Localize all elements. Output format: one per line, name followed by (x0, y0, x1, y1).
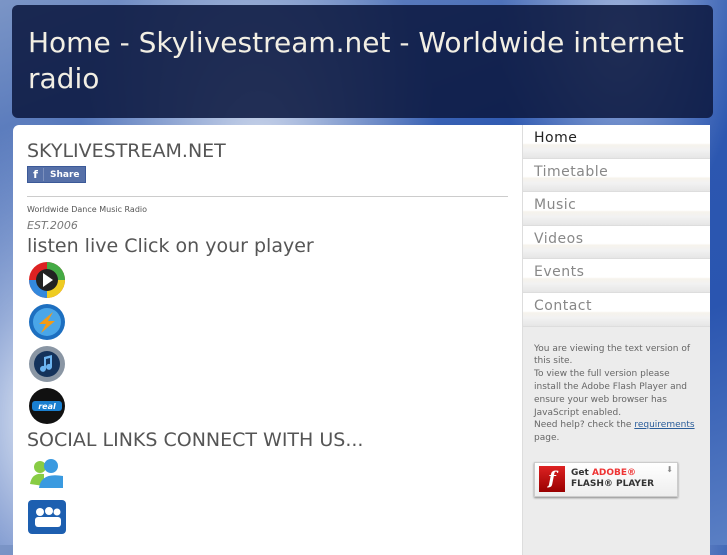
help-suffix: page. (534, 433, 560, 444)
winamp-icon[interactable] (27, 302, 67, 342)
flash-adobe: ADOBE® (591, 468, 637, 479)
nav-home[interactable]: Home (523, 125, 710, 159)
notice-line1: You are viewing the text version of this… (534, 343, 691, 367)
nav-contact[interactable]: Contact (523, 292, 710, 327)
requirements-link[interactable]: requirements (634, 420, 694, 430)
notice-line2: To view the full version please install … (534, 369, 688, 418)
realplayer-icon[interactable]: real (27, 386, 67, 426)
flash-get: Get (571, 468, 589, 479)
nav-videos[interactable]: Videos (523, 225, 710, 260)
flash-player: FLASH® PLAYER (571, 479, 655, 490)
page-title: Home - Skylivestream.net - Worldwide int… (28, 26, 684, 95)
tagline: Worldwide Dance Music Radio (27, 205, 148, 214)
myspace-icon[interactable] (27, 496, 67, 536)
notice-help: Need help? check the requirements page. (534, 419, 699, 445)
download-arrow-icon: ⬇ (666, 464, 673, 474)
social-heading: SOCIAL LINKS CONNECT WITH US... (27, 429, 364, 451)
svg-text:real: real (38, 402, 56, 411)
divider (27, 196, 508, 197)
msn-messenger-icon[interactable] (27, 454, 67, 494)
flash-notice: You are viewing the text version of this… (523, 327, 710, 445)
listen-heading: listen live Click on your player (27, 235, 314, 257)
nav-events[interactable]: Events (523, 259, 710, 293)
itunes-icon[interactable] (27, 344, 67, 384)
nav-timetable[interactable]: Timetable (523, 158, 710, 193)
share-label: Share (50, 169, 80, 180)
site-title: SKYLIVESTREAM.NET (27, 140, 226, 162)
get-flash-player-button[interactable]: f Get ADOBE® FLASH® PLAYER ⬇ (534, 461, 678, 497)
established: EST.2006 (27, 219, 78, 232)
main-content: SKYLIVESTREAM.NET f Share Worldwide Danc… (13, 125, 522, 555)
help-prefix: Need help? check the (534, 420, 635, 431)
facebook-share-button[interactable]: f Share (27, 166, 86, 183)
nav-music[interactable]: Music (523, 192, 710, 226)
facebook-icon: f (28, 168, 44, 181)
page-header: Home - Skylivestream.net - Worldwide int… (12, 5, 713, 118)
sidebar: Home Timetable Music Videos Events Conta… (522, 125, 710, 555)
windows-media-player-icon[interactable] (27, 260, 67, 300)
flash-logo-icon: f (539, 466, 565, 493)
